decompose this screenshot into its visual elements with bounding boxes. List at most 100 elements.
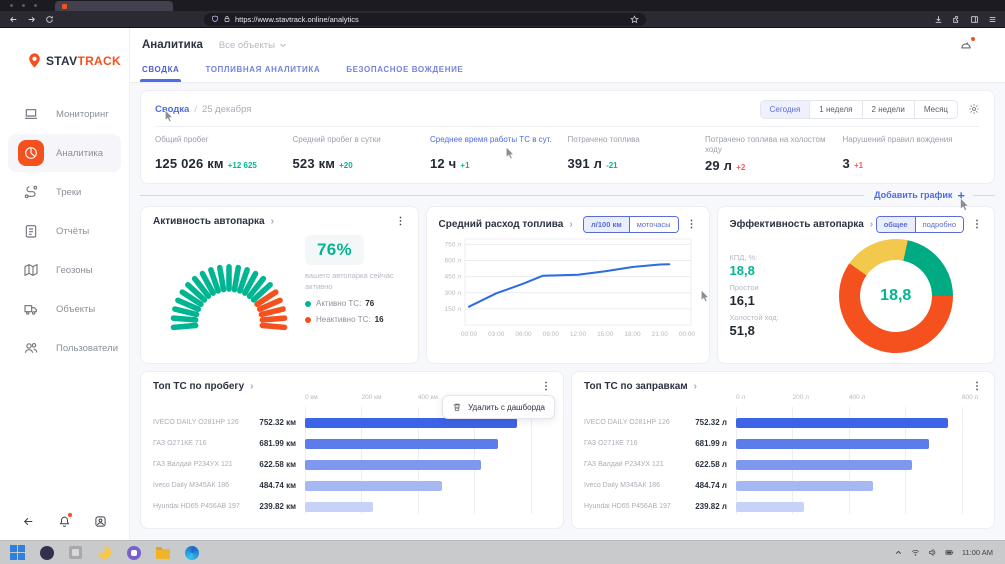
card-title[interactable]: Топ ТС по заправкам xyxy=(584,381,688,392)
value-bar[interactable] xyxy=(305,481,442,491)
value-bar[interactable] xyxy=(305,502,373,512)
card-title[interactable]: Эффективность автопарка xyxy=(730,219,864,230)
summary-card: Сводка / 25 декабря Сегодня1 неделя2 нед… xyxy=(140,90,995,184)
url-text[interactable]: https://www.stavtrack.online/analytics xyxy=(235,15,626,24)
kebab-menu-icon[interactable]: ⋮ xyxy=(396,217,406,227)
window-control-dot[interactable] xyxy=(22,4,25,7)
extension-icon[interactable] xyxy=(952,15,961,24)
value-bar[interactable] xyxy=(736,439,929,449)
period-button-3[interactable]: Месяц xyxy=(914,101,957,118)
chevron-up-icon[interactable] xyxy=(894,548,903,557)
chevron-right-icon[interactable]: › xyxy=(870,219,873,230)
objects-filter-dropdown[interactable]: Все объекты xyxy=(219,40,287,51)
media-app-icon[interactable] xyxy=(126,545,141,560)
kebab-menu-icon[interactable]: ⋮ xyxy=(972,220,982,230)
sidebar-item-analytics[interactable]: Аналитика xyxy=(8,134,121,172)
bar-row-1: ГАЗ О271КЕ 716 681.99 км xyxy=(153,433,545,454)
bar-row-4: Hyundai HD65 Р456АВ 197 239.82 л xyxy=(584,496,976,517)
os-taskbar: 11:00 AM xyxy=(0,540,1005,564)
vehicle-name: ГАЗ Валдай Р234УХ 121 xyxy=(584,461,684,468)
value-bar[interactable] xyxy=(736,460,912,470)
svg-text:18:00: 18:00 xyxy=(624,331,641,338)
windows-start-icon[interactable] xyxy=(10,545,25,560)
wifi-icon[interactable] xyxy=(911,548,920,557)
url-bar[interactable]: https://www.stavtrack.online/analytics xyxy=(204,13,646,26)
window-control-dot[interactable] xyxy=(10,4,13,7)
account-icon[interactable] xyxy=(94,515,107,528)
activity-gauge xyxy=(153,235,305,331)
window-control-dot[interactable] xyxy=(34,4,37,7)
volume-icon[interactable] xyxy=(928,548,937,557)
card-title[interactable]: Средний расход топлива xyxy=(439,219,564,230)
apps-icon[interactable] xyxy=(68,545,83,560)
sidebar-item-users[interactable]: Пользователи xyxy=(8,329,121,367)
firefox-icon[interactable] xyxy=(39,545,54,560)
collapse-sidebar-icon[interactable] xyxy=(22,515,35,528)
lock-icon[interactable] xyxy=(223,15,231,23)
sidebar-item-objects[interactable]: Объекты xyxy=(8,290,121,328)
tab-2[interactable]: БЕЗОПАСНОЕ ВОЖДЕНИЕ xyxy=(346,65,463,82)
vehicle-name: ГАЗ О271КЕ 716 xyxy=(584,440,684,447)
bookmark-star-icon[interactable] xyxy=(630,15,639,24)
efficiency-toggle-1[interactable]: подробно xyxy=(915,217,963,232)
value-bar[interactable] xyxy=(736,418,948,428)
efficiency-toggle-0[interactable]: общее xyxy=(877,217,915,232)
forward-icon[interactable] xyxy=(27,15,36,24)
chevron-right-icon[interactable]: › xyxy=(569,219,572,230)
efficiency-donut: 18,8 xyxy=(839,239,953,353)
file-explorer-icon[interactable] xyxy=(155,545,170,560)
add-chart-link[interactable]: Добавить график xyxy=(874,190,952,200)
tab-1[interactable]: ТОПЛИВНАЯ АНАЛИТИКА xyxy=(205,65,320,82)
gear-icon[interactable] xyxy=(968,103,980,115)
value-bar[interactable] xyxy=(305,460,481,470)
bell-icon[interactable] xyxy=(58,515,71,528)
sidebar-item-geozones[interactable]: Геозоны xyxy=(8,251,121,289)
kebab-menu-icon[interactable]: ⋮ xyxy=(687,220,697,230)
sidebar-menu: Мониторинг Аналитика Треки Отчёты Геозон… xyxy=(0,95,129,367)
summary-breadcrumb-link[interactable]: Сводка xyxy=(155,104,189,115)
reload-icon[interactable] xyxy=(45,15,54,24)
value-bar[interactable] xyxy=(305,418,517,428)
card-title[interactable]: Топ ТС по пробегу xyxy=(153,381,244,392)
fuel-toggle-1[interactable]: моточасы xyxy=(629,217,678,232)
plus-icon[interactable]: + xyxy=(957,189,965,202)
chevron-right-icon[interactable]: › xyxy=(250,381,253,392)
downloads-icon[interactable] xyxy=(934,15,943,24)
browser-tabstrip xyxy=(0,0,1005,11)
back-icon[interactable] xyxy=(9,15,18,24)
remove-from-dashboard-button[interactable]: Удалить с дашборда xyxy=(442,395,555,419)
value-bar[interactable] xyxy=(736,502,804,512)
menu-icon[interactable] xyxy=(988,15,997,24)
tracking-shield-icon[interactable] xyxy=(211,15,219,23)
sidebar-item-reports[interactable]: Отчёты xyxy=(8,212,121,250)
sidebar-item-monitoring[interactable]: Мониторинг xyxy=(8,95,121,133)
browser-tab[interactable] xyxy=(55,1,173,11)
period-button-1[interactable]: 1 неделя xyxy=(809,101,861,118)
chevron-right-icon[interactable]: › xyxy=(694,381,697,392)
charts-row: Активность автопарка › ⋮ 76% вашего авто… xyxy=(140,206,995,364)
clock[interactable]: 11:00 AM xyxy=(962,548,993,557)
tab-0[interactable]: СВОДКА xyxy=(142,65,179,82)
card-title[interactable]: Активность автопарка xyxy=(153,216,265,227)
vehicle-value: 752.32 км xyxy=(253,418,305,427)
kebab-menu-icon[interactable]: ⋮ xyxy=(541,382,551,392)
notification-dot xyxy=(68,513,72,517)
vehicle-value: 681.99 л xyxy=(684,439,736,448)
stavtrack-logo[interactable]: STAVTRACK xyxy=(26,52,129,69)
battery-icon[interactable] xyxy=(945,548,954,557)
moon-app-icon[interactable] xyxy=(97,545,112,560)
edge-icon[interactable] xyxy=(184,545,199,560)
value-bar[interactable] xyxy=(736,481,873,491)
sidebar-panel-icon[interactable] xyxy=(970,15,979,24)
activity-caption: вашего автопарка сейчас активно xyxy=(305,271,406,292)
value-bar[interactable] xyxy=(305,439,498,449)
fuel-toggle-0[interactable]: л/100 км xyxy=(584,217,629,232)
svg-text:450 л: 450 л xyxy=(444,274,461,281)
sidebar-item-tracks[interactable]: Треки xyxy=(8,173,121,211)
period-button-0[interactable]: Сегодня xyxy=(761,101,810,118)
breadcrumb-separator: / xyxy=(194,104,197,115)
header-notification-icon[interactable] xyxy=(959,38,973,52)
chevron-right-icon[interactable]: › xyxy=(271,216,274,227)
period-button-2[interactable]: 2 недели xyxy=(862,101,914,118)
kebab-menu-icon[interactable]: ⋮ xyxy=(972,382,982,392)
